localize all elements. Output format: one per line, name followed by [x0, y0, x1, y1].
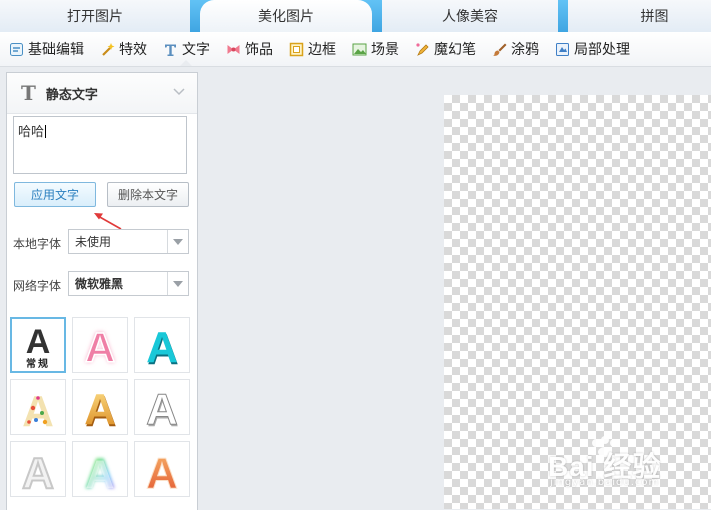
text-t-icon: T — [21, 81, 36, 105]
brush-icon — [492, 42, 507, 57]
text-input[interactable]: 哈哈 — [13, 116, 187, 174]
apply-text-button[interactable]: 应用文字 — [14, 182, 96, 207]
text-t-icon — [163, 42, 178, 57]
style-pink-glow[interactable]: A A — [72, 317, 128, 373]
panel-title: 静态文字 — [45, 87, 98, 103]
scene-icon — [352, 42, 367, 57]
style-rainbow[interactable]: A A — [72, 441, 128, 497]
delete-text-button[interactable]: 删除本文字 — [107, 182, 189, 207]
tab-open-image[interactable]: 打开图片 — [0, 0, 190, 32]
svg-text:A: A — [22, 449, 54, 496]
text-cursor — [45, 125, 47, 138]
style-silver[interactable]: A — [10, 441, 66, 497]
text-panel: T 静态文字 哈哈 应用文字 删除本文字 本地字体 未使用 网络字体 微软雅黑 … — [6, 72, 198, 510]
top-tab-bar: 打开图片 美化图片 人像美容 拼图 — [0, 0, 711, 32]
web-font-label: 网络字体 — [13, 279, 62, 293]
tool-basic-edit[interactable]: 基础编辑 — [0, 32, 91, 66]
tool-scene[interactable]: 场景 — [343, 32, 406, 66]
svg-text:A: A — [146, 323, 178, 372]
svg-text:A: A — [146, 385, 178, 434]
tab-beautify-image[interactable]: 美化图片 — [200, 0, 372, 32]
svg-text:A: A — [146, 449, 178, 496]
style-cyan[interactable]: A A — [134, 317, 190, 373]
tool-effects[interactable]: 特效 — [91, 32, 154, 66]
chevron-down-icon[interactable] — [167, 272, 188, 295]
style-orange[interactable]: A — [134, 441, 190, 497]
style-dotted[interactable]: A — [10, 379, 66, 435]
tool-text[interactable]: 文字 — [154, 32, 217, 66]
image-canvas[interactable] — [444, 95, 711, 509]
svg-text:A: A — [86, 453, 115, 496]
tool-local-process[interactable]: 局部处理 — [546, 32, 637, 66]
style-caption: 常规 — [26, 359, 50, 370]
svg-text:A: A — [84, 385, 116, 434]
svg-text:A: A — [22, 387, 54, 434]
tool-graffiti[interactable]: 涂鸦 — [483, 32, 546, 66]
magic-pen-icon — [415, 42, 430, 57]
basic-edit-icon — [9, 42, 24, 57]
panel-header[interactable]: T 静态文字 — [7, 73, 197, 114]
style-gold[interactable]: A A — [72, 379, 128, 435]
local-font-label: 本地字体 — [13, 237, 62, 251]
tool-frame[interactable]: 边框 — [280, 32, 343, 66]
frame-icon — [289, 42, 304, 57]
tool-magic-pen[interactable]: 魔幻笔 — [406, 32, 483, 66]
svg-text:A: A — [85, 324, 115, 371]
tab-collage[interactable]: 拼图 — [598, 0, 711, 32]
style-regular[interactable]: A 常规 — [10, 317, 66, 373]
web-font-select[interactable]: 微软雅黑 — [68, 271, 189, 296]
tab-portrait-beauty[interactable]: 人像美容 — [382, 0, 558, 32]
local-process-icon — [555, 42, 570, 57]
style-white-outline[interactable]: A A — [134, 379, 190, 435]
local-font-select[interactable]: 未使用 — [68, 229, 189, 254]
tool-bar: 基础编辑 特效 文字 饰品 边框 场景 魔幻笔 涂鸦 局部处理 — [0, 32, 711, 67]
bow-icon — [226, 42, 241, 57]
chevron-down-icon[interactable] — [173, 86, 185, 101]
tool-accessories[interactable]: 饰品 — [217, 32, 280, 66]
chevron-down-icon[interactable] — [167, 230, 188, 253]
magic-wand-icon — [100, 42, 115, 57]
